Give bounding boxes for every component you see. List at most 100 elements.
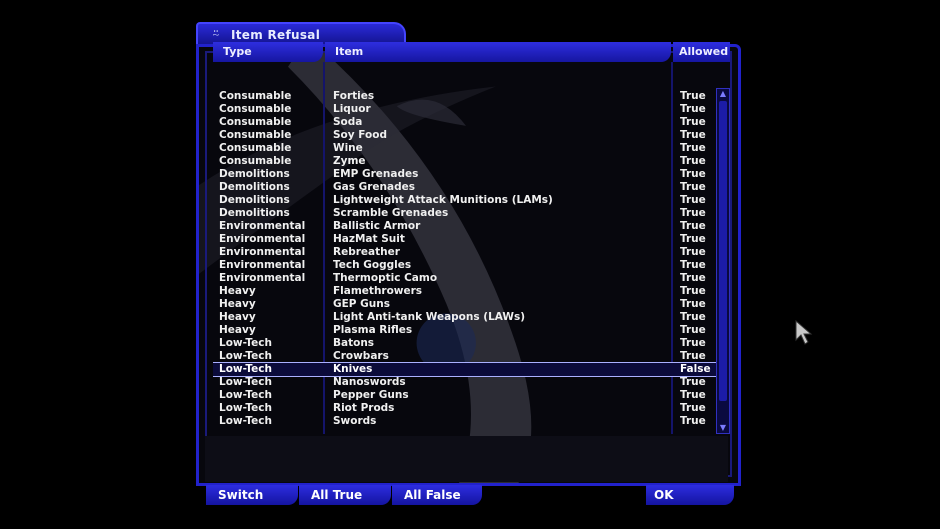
table-row[interactable]: Consumable Liquor True (213, 103, 718, 116)
row-item: Knives (333, 363, 373, 375)
row-type: Environmental (219, 220, 306, 232)
row-item: Zyme (333, 155, 366, 167)
row-allowed: True (680, 350, 706, 362)
row-type: Low-Tech (219, 402, 273, 414)
row-item: Batons (333, 337, 375, 349)
table-row[interactable]: Heavy GEP Guns True (213, 298, 718, 311)
row-item: EMP Grenades (333, 168, 419, 180)
mouse-cursor-icon (795, 320, 813, 345)
row-allowed: True (680, 311, 706, 323)
row-type: Demolitions (219, 194, 290, 206)
table-row[interactable]: Environmental HazMat Suit True (213, 233, 718, 246)
table-row[interactable]: Heavy Plasma Rifles True (213, 324, 718, 337)
row-item: Wine (333, 142, 363, 154)
row-allowed: True (680, 415, 706, 427)
vertical-scrollbar[interactable]: ▲ ▼ (716, 88, 730, 434)
row-allowed: False (680, 363, 711, 375)
row-allowed: True (680, 116, 706, 128)
row-allowed: True (680, 220, 706, 232)
row-item: GEP Guns (333, 298, 390, 310)
table-row[interactable]: Demolitions Scramble Grenades True (213, 207, 718, 220)
row-allowed: True (680, 259, 706, 271)
column-header-item[interactable]: Item (325, 42, 671, 62)
table-row[interactable]: Low-Tech Riot Prods True (213, 402, 718, 415)
row-type: Heavy (219, 311, 256, 323)
row-item: Ballistic Armor (333, 220, 421, 232)
row-type: Low-Tech (219, 363, 273, 375)
row-type: Low-Tech (219, 389, 273, 401)
row-allowed: True (680, 155, 706, 167)
row-item: Plasma Rifles (333, 324, 413, 336)
table-row[interactable]: Consumable Forties True (213, 90, 718, 103)
table-row[interactable]: Consumable Wine True (213, 142, 718, 155)
row-allowed: True (680, 337, 706, 349)
table-row[interactable]: Demolitions Gas Grenades True (213, 181, 718, 194)
row-type: Demolitions (219, 207, 290, 219)
row-type: Low-Tech (219, 376, 273, 388)
row-allowed: True (680, 324, 706, 336)
table-row[interactable]: Low-Tech Knives False (213, 362, 718, 377)
table-row[interactable]: Heavy Light Anti-tank Weapons (LAWs) True (213, 311, 718, 324)
scroll-up-icon[interactable]: ▲ (718, 90, 728, 98)
row-allowed: True (680, 194, 706, 206)
row-allowed: True (680, 207, 706, 219)
row-item: Soy Food (333, 129, 387, 141)
table-row[interactable]: Low-Tech Batons True (213, 337, 718, 350)
table-row[interactable]: Environmental Thermoptic Camo True (213, 272, 718, 285)
row-type: Demolitions (219, 181, 290, 193)
row-type: Environmental (219, 233, 306, 245)
row-item: Swords (333, 415, 377, 427)
row-item: Lightweight Attack Munitions (LAMs) (333, 194, 553, 206)
bottom-panel (205, 436, 728, 482)
row-item: Light Anti-tank Weapons (LAWs) (333, 311, 526, 323)
table-row[interactable]: Consumable Soda True (213, 116, 718, 129)
row-item: Flamethrowers (333, 285, 423, 297)
column-header-type[interactable]: Type (213, 42, 323, 62)
row-item: Nanoswords (333, 376, 406, 388)
table-row[interactable]: Low-Tech Pepper Guns True (213, 389, 718, 402)
row-allowed: True (680, 272, 706, 284)
scroll-down-icon[interactable]: ▼ (718, 424, 728, 432)
scrollbar-thumb[interactable] (719, 101, 727, 401)
row-type: Environmental (219, 259, 306, 271)
column-header-allowed[interactable]: Allowed (673, 42, 730, 62)
table-row[interactable]: Demolitions EMP Grenades True (213, 168, 718, 181)
table-row[interactable]: Low-Tech Swords True (213, 415, 718, 428)
row-item: Gas Grenades (333, 181, 415, 193)
row-allowed: True (680, 233, 706, 245)
table-row[interactable]: Low-Tech Crowbars True (213, 350, 718, 363)
row-type: Heavy (219, 298, 256, 310)
all-true-button[interactable]: All True (299, 485, 391, 505)
row-item: Liquor (333, 103, 371, 115)
row-type: Environmental (219, 272, 306, 284)
row-allowed: True (680, 285, 706, 297)
row-type: Consumable (219, 103, 292, 115)
row-type: Consumable (219, 155, 292, 167)
row-item: Riot Prods (333, 402, 395, 414)
row-type: Consumable (219, 116, 292, 128)
row-item: Tech Goggles (333, 259, 412, 271)
row-allowed: True (680, 298, 706, 310)
table-row[interactable]: Environmental Rebreather True (213, 246, 718, 259)
row-type: Consumable (219, 90, 292, 102)
row-item: Forties (333, 90, 375, 102)
ok-button[interactable]: OK (646, 485, 734, 505)
table-row[interactable]: Low-Tech Nanoswords True (213, 376, 718, 389)
row-item: Scramble Grenades (333, 207, 449, 219)
table-row[interactable]: Demolitions Lightweight Attack Munitions … (213, 194, 718, 207)
row-allowed: True (680, 142, 706, 154)
row-allowed: True (680, 376, 706, 388)
row-item: Pepper Guns (333, 389, 409, 401)
all-false-button[interactable]: All False (392, 485, 482, 505)
table-row[interactable]: Environmental Tech Goggles True (213, 259, 718, 272)
row-item: Crowbars (333, 350, 389, 362)
table-row[interactable]: Environmental Ballistic Armor True (213, 220, 718, 233)
table-row[interactable]: Consumable Zyme True (213, 155, 718, 168)
switch-button[interactable]: Switch (206, 485, 298, 505)
row-allowed: True (680, 90, 706, 102)
row-type: Low-Tech (219, 350, 273, 362)
table-row[interactable]: Consumable Soy Food True (213, 129, 718, 142)
table-row[interactable]: Heavy Flamethrowers True (213, 285, 718, 298)
row-type: Heavy (219, 285, 256, 297)
row-item: Rebreather (333, 246, 400, 258)
